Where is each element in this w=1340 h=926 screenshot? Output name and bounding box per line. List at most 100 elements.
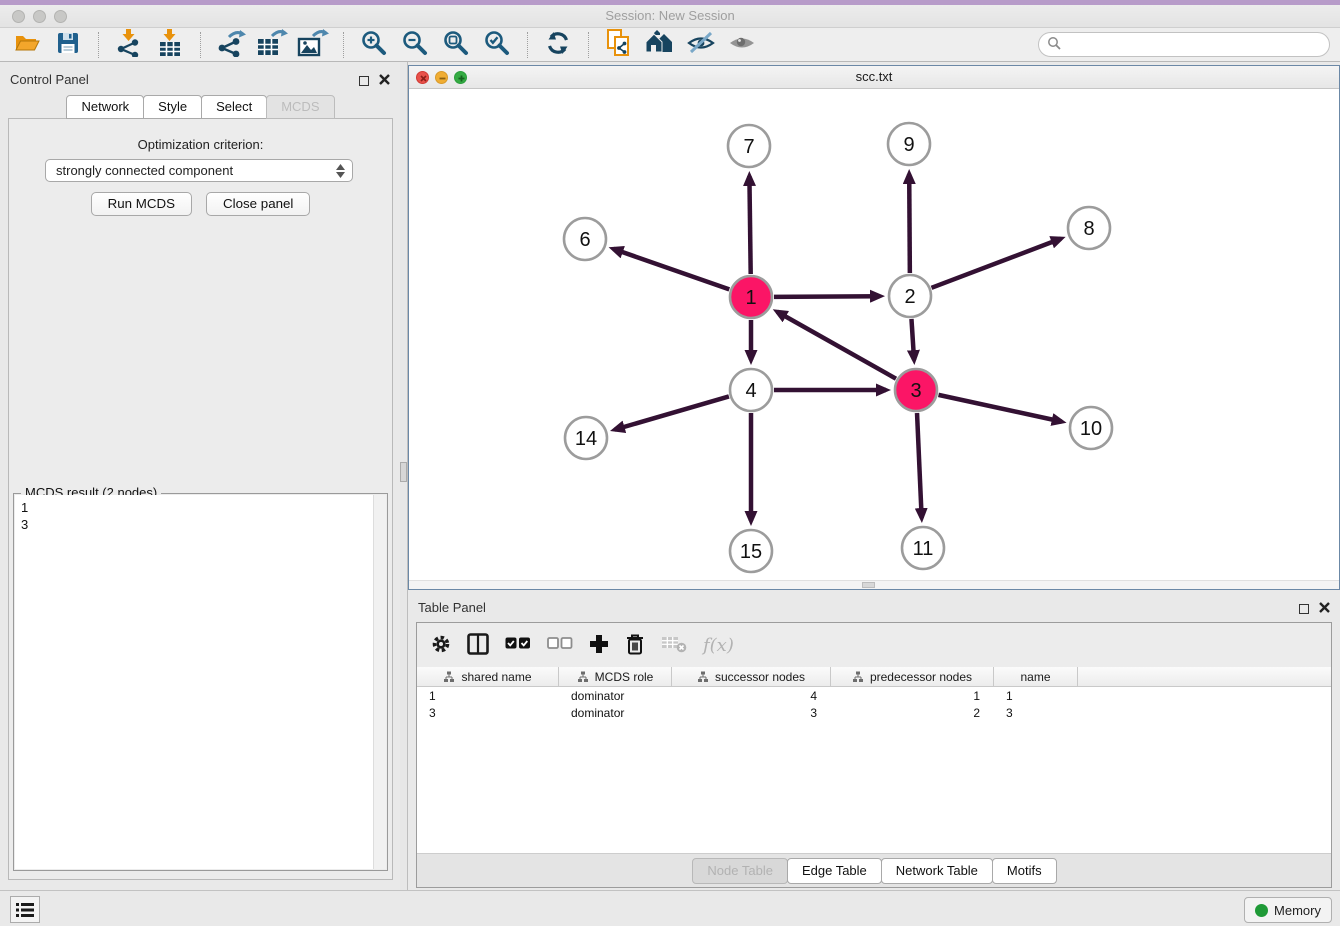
graph-edge-3-10[interactable] — [938, 395, 1061, 422]
show-all-button[interactable] — [725, 30, 759, 60]
open-session-button[interactable] — [10, 30, 44, 60]
table-tabs: Node Table Edge Table Network Table Moti… — [417, 853, 1331, 887]
table-settings-button[interactable] — [431, 634, 451, 657]
memory-button[interactable]: Memory — [1244, 897, 1332, 923]
float-table-panel-icon[interactable] — [1299, 604, 1309, 614]
graph-edge-3-1[interactable] — [777, 312, 896, 379]
criterion-selected-value: strongly connected component — [56, 163, 233, 178]
graph-node-label-8: 8 — [1083, 218, 1094, 240]
table-rows-area[interactable]: 1 dominator 4 1 1 3 dominator 3 2 3 — [417, 687, 1331, 853]
column-header-shared-name[interactable]: shared name — [417, 667, 559, 686]
main-toolbar — [0, 28, 1340, 62]
status-bar: Memory — [0, 890, 1340, 926]
select-arrows-icon — [336, 164, 345, 178]
network-hscrollbar[interactable] — [409, 580, 1339, 589]
graph-edge-3-11[interactable] — [917, 413, 922, 518]
import-network-button[interactable] — [112, 30, 146, 60]
export-image-icon — [297, 29, 329, 60]
export-image-button[interactable] — [296, 30, 330, 60]
graph-node-label-3: 3 — [910, 380, 921, 402]
apply-layout-button[interactable] — [541, 30, 575, 60]
graph-node-label-2: 2 — [904, 286, 915, 308]
close-table-panel-icon[interactable] — [1319, 601, 1330, 616]
zoom-in-button[interactable] — [357, 30, 391, 60]
column-header-mcds-role[interactable]: MCDS role — [559, 667, 672, 686]
first-neighbors-button[interactable] — [643, 30, 677, 60]
memory-status-icon — [1255, 904, 1268, 917]
network-canvas[interactable]: 7968124314101511 — [409, 89, 1339, 580]
search-input[interactable] — [1066, 35, 1329, 55]
graph-node-label-11: 11 — [913, 538, 934, 560]
column-type-icon — [577, 671, 589, 683]
tab-network[interactable]: Network — [66, 95, 144, 119]
graph-edge-2-8[interactable] — [932, 239, 1061, 288]
node-table-container: f(x) shared name MCDS role successor nod… — [416, 622, 1332, 888]
houses-icon — [644, 30, 676, 59]
close-panel-icon[interactable] — [379, 73, 390, 88]
column-type-icon — [852, 671, 864, 683]
graph-edge-1-7[interactable] — [749, 176, 750, 274]
graph-edge-1-2[interactable] — [774, 296, 880, 297]
export-network-icon — [216, 29, 246, 60]
memory-label: Memory — [1274, 903, 1321, 918]
export-table-icon — [256, 29, 288, 60]
graph-node-label-1: 1 — [745, 287, 756, 309]
column-layout-button[interactable] — [467, 633, 489, 658]
panel-splitter[interactable] — [400, 62, 408, 890]
select-all-button[interactable] — [505, 637, 531, 653]
tab-select[interactable]: Select — [201, 95, 267, 119]
tab-motifs[interactable]: Motifs — [992, 858, 1057, 884]
zoom-selected-icon — [484, 30, 510, 59]
zoom-selected-button[interactable] — [480, 30, 514, 60]
run-mcds-button[interactable]: Run MCDS — [91, 192, 192, 216]
mcds-result-text[interactable]: 13 — [15, 495, 373, 869]
table-panel-title: Table Panel — [418, 600, 486, 615]
network-hscroll-handle[interactable] — [862, 582, 875, 588]
delete-row-button[interactable] — [625, 633, 645, 658]
export-table-button[interactable] — [255, 30, 289, 60]
splitter-grip[interactable] — [400, 462, 407, 482]
result-scrollbar[interactable] — [373, 495, 386, 869]
float-panel-icon[interactable] — [359, 76, 369, 86]
task-history-button[interactable] — [10, 896, 40, 923]
mcds-panel: Optimization criterion: strongly connect… — [8, 118, 393, 880]
tab-edge-table[interactable]: Edge Table — [787, 858, 882, 884]
graph-node-label-9: 9 — [903, 134, 914, 156]
network-frame-titlebar[interactable]: scc.txt — [409, 66, 1339, 89]
save-session-button[interactable] — [51, 30, 85, 60]
add-column-button[interactable] — [589, 634, 609, 657]
documents-share-icon — [606, 29, 632, 60]
graph-edge-2-9[interactable] — [909, 174, 910, 273]
graph-edge-1-6[interactable] — [613, 249, 729, 290]
tab-mcds[interactable]: MCDS — [266, 95, 334, 119]
import-table-button[interactable] — [153, 30, 187, 60]
graph-node-label-7: 7 — [743, 136, 754, 158]
table-row[interactable]: 3 dominator 3 2 3 — [417, 704, 1331, 721]
table-header-row[interactable]: shared name MCDS role successor nodes pr… — [417, 667, 1331, 687]
column-header-successor-nodes[interactable]: successor nodes — [672, 667, 831, 686]
export-network-button[interactable] — [214, 30, 248, 60]
column-header-predecessor-nodes[interactable]: predecessor nodes — [831, 667, 994, 686]
deselect-all-button[interactable] — [547, 637, 573, 653]
criterion-select[interactable]: strongly connected component — [45, 159, 353, 182]
tab-network-table[interactable]: Network Table — [881, 858, 993, 884]
tab-style[interactable]: Style — [143, 95, 202, 119]
hide-selected-button[interactable] — [684, 30, 718, 60]
graph-node-label-14: 14 — [575, 428, 597, 450]
column-header-name[interactable]: name — [994, 667, 1078, 686]
graph-edge-2-3[interactable] — [911, 319, 914, 360]
toolbar-separator — [343, 32, 344, 58]
toolbar-separator — [200, 32, 201, 58]
import-table-icon — [157, 29, 183, 60]
zoom-fit-button[interactable] — [439, 30, 473, 60]
search-box[interactable] — [1038, 32, 1330, 57]
tab-node-table[interactable]: Node Table — [692, 858, 788, 884]
control-panel: Control Panel Network Style Select MCDS … — [0, 62, 400, 890]
column-type-icon — [443, 671, 455, 683]
graph-edge-4-14[interactable] — [615, 396, 729, 429]
zoom-fit-icon — [443, 30, 469, 59]
zoom-out-button[interactable] — [398, 30, 432, 60]
clone-network-button[interactable] — [602, 30, 636, 60]
table-row[interactable]: 1 dominator 4 1 1 — [417, 687, 1331, 704]
close-panel-button[interactable]: Close panel — [206, 192, 310, 216]
